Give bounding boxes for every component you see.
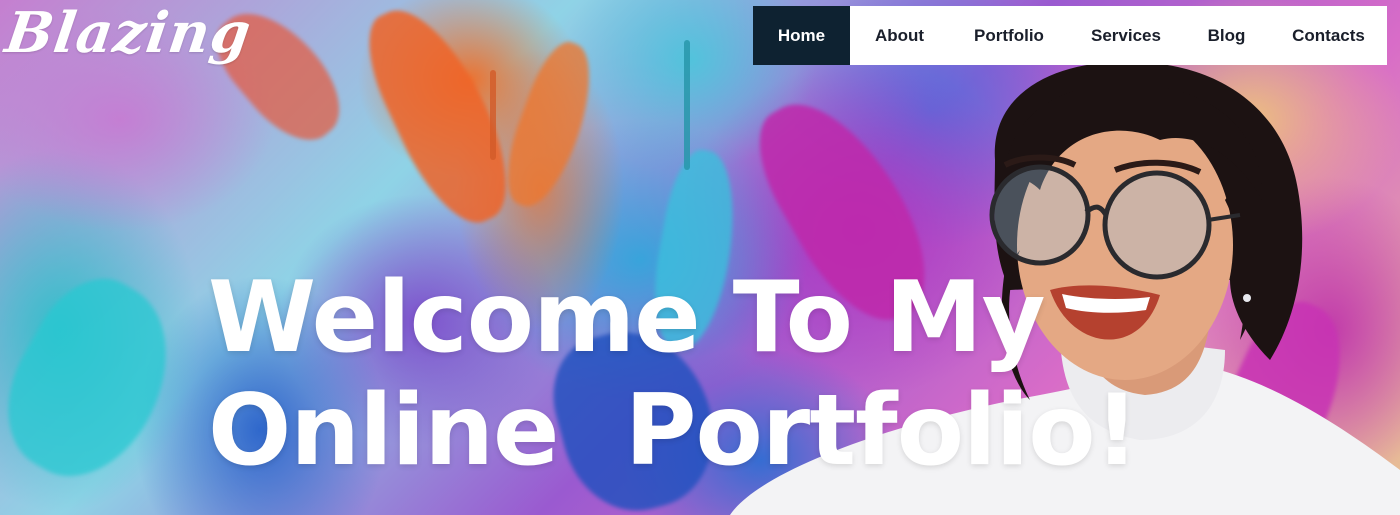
nav-item-about[interactable]: About — [850, 6, 949, 65]
nav-item-services[interactable]: Services — [1069, 6, 1183, 65]
nav-item-home[interactable]: Home — [753, 6, 850, 65]
nav-item-portfolio[interactable]: Portfolio — [949, 6, 1069, 65]
brand-logo[interactable]: Blazing — [1, 0, 255, 66]
nav-item-blog[interactable]: Blog — [1183, 6, 1270, 65]
hero-section: Blazing Home About Portfolio Services Bl… — [0, 0, 1400, 515]
main-nav: Home About Portfolio Services Blog Conta… — [753, 6, 1387, 65]
nav-item-contacts[interactable]: Contacts — [1270, 6, 1387, 65]
hero-headline-line2: Online Portfolio! — [208, 374, 1139, 488]
hero-headline: Welcome To My Online Portfolio! — [208, 261, 1139, 488]
hero-headline-line1: Welcome To My — [208, 261, 1045, 375]
